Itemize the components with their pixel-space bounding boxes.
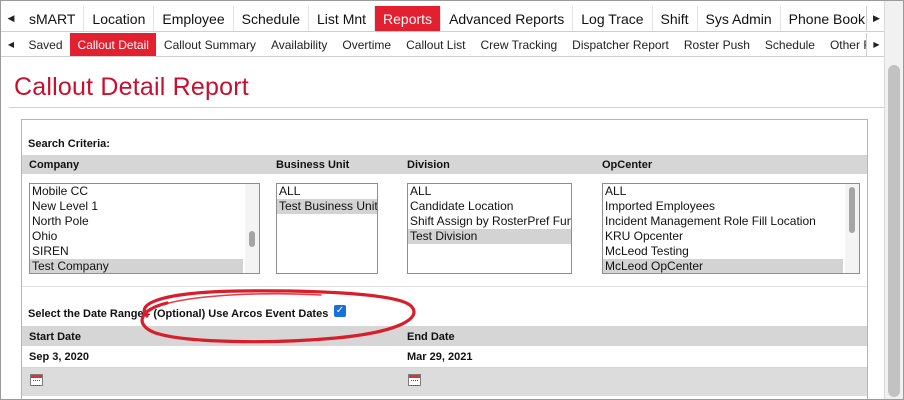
start-date-value[interactable]: Sep 3, 2020 (29, 351, 89, 363)
company-scrollbar[interactable] (245, 184, 259, 273)
menu-item-list-mnt[interactable]: List Mnt (309, 6, 376, 31)
tab-dispatcher-report[interactable]: Dispatcher Report (565, 33, 677, 56)
use-event-dates-checkbox[interactable]: ✓ (334, 305, 346, 317)
section-divider (22, 286, 867, 287)
sub-menu: ◀ Saved Callout Detail Callout Summary Avai… (1, 33, 886, 57)
business-unit-header: Business Unit (276, 159, 350, 171)
list-item[interactable]: SIREN (30, 244, 243, 259)
tab-overtime[interactable]: Overtime (335, 33, 399, 56)
search-criteria-panel: Search Criteria: Company Business Unit D… (21, 119, 868, 399)
opcenter-listbox[interactable]: ALL Imported Employees Incident Management… (602, 183, 860, 274)
menu-item-log-trace[interactable]: Log Trace (573, 6, 653, 31)
tab-other-reports[interactable]: Other Reports (822, 33, 866, 56)
end-date-header: End Date (407, 331, 455, 343)
list-item[interactable]: McLeod Testing (603, 244, 843, 259)
opcenter-scroll-thumb[interactable] (849, 187, 855, 233)
menu-item-sys-admin[interactable]: Sys Admin (698, 6, 781, 31)
menu-scroll-right-icon[interactable]: ▶ (866, 6, 886, 31)
start-calendar-icon[interactable] (30, 374, 43, 386)
tab-callout-detail[interactable]: Callout Detail (70, 33, 157, 56)
company-listbox[interactable]: Mobile CC New Level 1 North Pole Ohio SIREN T… (29, 183, 260, 274)
list-item[interactable]: Candidate Location (408, 199, 571, 214)
start-date-header: Start Date (29, 331, 81, 343)
list-item[interactable]: Test Division (408, 229, 571, 244)
app-window: ◀ sMART Location Employee Schedule List Mnt R… (0, 0, 904, 400)
sub-menu-items: Saved Callout Detail Callout Summary Availa… (21, 33, 866, 56)
page-scroll-thumb[interactable] (888, 65, 900, 397)
list-item[interactable]: Test Business Unit (277, 199, 377, 214)
page-scrollbar[interactable] (884, 1, 903, 399)
tab-callout-summary[interactable]: Callout Summary (156, 33, 263, 56)
list-item[interactable]: ALL (277, 184, 377, 199)
title-divider (9, 107, 886, 108)
page-title: Callout Detail Report (14, 73, 249, 101)
main-menu: ◀ sMART Location Employee Schedule List Mnt R… (1, 6, 886, 32)
calendar-row (22, 368, 867, 396)
list-item[interactable]: ALL (603, 184, 843, 199)
list-item[interactable]: North Pole (30, 214, 243, 229)
search-criteria-label: Search Criteria: (28, 138, 110, 150)
menu-item-reports[interactable]: Reports (375, 6, 442, 31)
tab-saved[interactable]: Saved (21, 33, 70, 56)
main-menu-items: sMART Location Employee Schedule List Mnt Rep… (21, 6, 866, 31)
opcenter-header: OpCenter (602, 159, 653, 171)
list-item[interactable]: New Level 1 (30, 199, 243, 214)
menu-item-employee[interactable]: Employee (154, 6, 234, 31)
list-item[interactable]: McLeod OpCenter (603, 259, 843, 273)
tab-roster-push[interactable]: Roster Push (676, 33, 757, 56)
business-unit-listbox[interactable]: ALL Test Business Unit (276, 183, 378, 274)
submenu-scroll-right-icon[interactable]: ▶ (866, 33, 886, 56)
end-date-value[interactable]: Mar 29, 2021 (407, 351, 472, 363)
list-item[interactable]: Test Company (30, 259, 243, 273)
menu-item-phone-book[interactable]: Phone Book (781, 6, 866, 31)
division-header: Division (407, 159, 450, 171)
division-listbox[interactable]: ALL Candidate Location Shift Assign by Ros… (407, 183, 572, 274)
list-item[interactable]: Incident Management Role Fill Location (603, 214, 843, 229)
list-item[interactable]: ALL (408, 184, 571, 199)
date-range-label: Select the Date Range - (Optional) Use A… (28, 308, 329, 320)
list-item[interactable]: Mobile CC (30, 184, 243, 199)
company-scroll-thumb[interactable] (249, 231, 255, 247)
menu-item-advanced-reports[interactable]: Advanced Reports (441, 6, 574, 31)
menu-item-shift[interactable]: Shift (653, 6, 698, 31)
menu-item-location[interactable]: Location (84, 6, 155, 31)
list-item[interactable]: Imported Employees (603, 199, 843, 214)
company-header: Company (29, 159, 80, 171)
tab-crew-tracking[interactable]: Crew Tracking (473, 33, 565, 56)
opcenter-scrollbar[interactable] (845, 184, 859, 273)
list-item[interactable]: KRU Opcenter (603, 229, 843, 244)
tab-callout-list[interactable]: Callout List (399, 33, 473, 56)
tab-schedule[interactable]: Schedule (757, 33, 822, 56)
end-calendar-icon[interactable] (408, 374, 421, 386)
menu-item-smart[interactable]: sMART (21, 6, 85, 31)
menu-scroll-left-icon[interactable]: ◀ (1, 6, 21, 31)
tab-availability[interactable]: Availability (263, 33, 334, 56)
submenu-scroll-left-icon[interactable]: ◀ (1, 33, 21, 56)
list-item[interactable]: Shift Assign by RosterPref Fun (408, 214, 571, 229)
menu-item-schedule[interactable]: Schedule (234, 6, 310, 31)
list-item[interactable]: Ohio (30, 229, 243, 244)
